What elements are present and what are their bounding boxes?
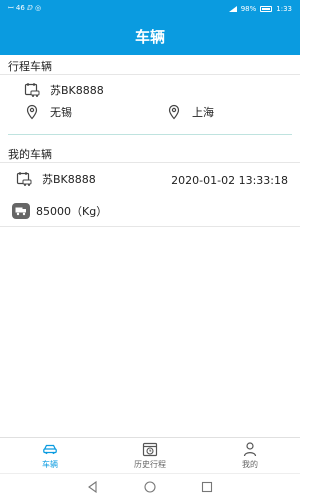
truck-icon: [12, 203, 30, 219]
bottom-nav: 车辆 历史行程 我的: [0, 437, 300, 473]
my-vehicle-section-title: 我的车辆: [8, 148, 52, 161]
back-icon[interactable]: [87, 478, 99, 497]
my-vehicle-datetime: 2020-01-02 13:33:18: [171, 174, 288, 187]
trip-origin: 无锡: [50, 106, 72, 119]
status-right: 98% 1:33: [228, 4, 292, 13]
status-bar: ꟷ 46 ⅅ ◎ 98% 1:33: [0, 0, 300, 17]
section-divider: [0, 74, 300, 75]
signal-icon: [228, 5, 237, 12]
tab-vehicle-label: 车辆: [42, 460, 58, 469]
car-icon: [42, 441, 58, 457]
trip-origin-row: 无锡: [24, 104, 72, 120]
battery-percent: 98%: [240, 4, 257, 13]
battery-icon: [260, 5, 273, 12]
trip-destination: 上海: [192, 106, 214, 119]
vehicle-calendar-icon: [24, 82, 40, 98]
section-divider: [0, 162, 300, 163]
status-left-text: ꟷ 46 ⅅ ◎: [8, 4, 42, 12]
tab-history[interactable]: 历史行程: [100, 438, 200, 473]
vehicle-calendar-icon: [16, 171, 32, 187]
trip-vehicle-plate: 苏BK8888: [50, 84, 104, 97]
tab-vehicle[interactable]: 车辆: [0, 438, 100, 473]
my-vehicle-weight-row: 85000（Kg）: [12, 203, 107, 219]
status-left: ꟷ 46 ⅅ ◎: [8, 4, 41, 13]
my-vehicle-weight: 85000（Kg）: [36, 205, 108, 218]
tab-mine[interactable]: 我的: [200, 438, 300, 473]
tab-mine-label: 我的: [242, 460, 258, 469]
tab-history-label: 历史行程: [134, 460, 166, 469]
location-pin-icon: [166, 104, 182, 120]
app-header: 车辆: [0, 17, 300, 55]
my-vehicle-row[interactable]: 苏BK8888: [16, 171, 96, 187]
user-icon: [242, 441, 258, 457]
section-divider: [0, 226, 300, 227]
page-title: 车辆: [134, 27, 165, 46]
clock: 1:33: [276, 4, 292, 13]
calendar-clock-icon: [142, 441, 158, 457]
trip-vehicle-plate-row: 苏BK8888: [24, 82, 104, 98]
recent-apps-icon[interactable]: [201, 478, 213, 497]
trip-vehicle-section-title: 行程车辆: [8, 60, 52, 73]
home-icon[interactable]: [144, 478, 156, 497]
my-vehicle-plate: 苏BK8888: [42, 173, 96, 186]
accent-divider: [8, 134, 292, 135]
system-nav-bar: [0, 473, 300, 500]
trip-destination-row: 上海: [166, 104, 214, 120]
location-pin-icon: [24, 104, 40, 120]
